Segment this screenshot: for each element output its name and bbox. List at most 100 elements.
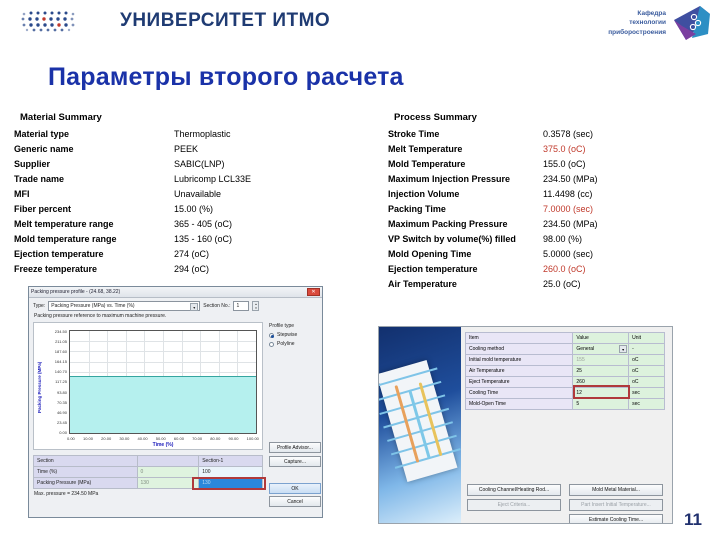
grid-cell[interactable]: 0 [136,466,200,478]
cooling-item-value[interactable]: 155 [572,354,630,366]
cooling-item-value[interactable]: 12 [572,387,630,399]
process-property-name: Injection Volume [388,188,460,199]
cooling-item-value[interactable]: 25 [572,365,630,377]
capture-button[interactable]: Capture... [269,456,321,467]
section-no-input[interactable]: 1 [233,301,250,311]
university-name: УНИВЕРСИТЕТ ИТМО [120,10,331,31]
chart-y-tick: 234.50 [54,329,67,334]
department-block: Кафедра технологии приборостроения [608,4,712,42]
chart-x-tick: 100.00 [246,436,259,441]
material-summary-heading: Material Summary [20,112,102,123]
profile-advisor-button[interactable]: Profile Advisor... [269,442,321,453]
chart-y-tick: 93.80 [56,389,67,395]
grid-row[interactable]: Packing Pressure (MPa) 130 130 [33,477,263,489]
part-geometry [379,360,461,482]
material-property-name: Trade name [14,173,65,184]
material-property-name: Melt temperature range [14,218,114,229]
cooling-channel-button[interactable]: Cooling Channel/Heating Rod... [467,484,561,496]
cooling-item-unit: sec [628,387,665,399]
cooling-row[interactable]: Eject Temperature 260 oC [464,376,665,388]
chevron-down-icon[interactable]: ▾ [190,303,199,311]
cooling-item-value[interactable]: 5 [572,398,630,410]
part-insert-temperature-button: Part Insert Initial Temperature... [569,499,663,511]
process-property-name: Melt Temperature [388,143,463,154]
summary-row: MFI Unavailable [14,188,314,200]
estimate-cooling-time-button[interactable]: Estimate Cooling Time... [569,514,663,523]
profile-type-group: Profile type Stepwise Polyline [269,323,321,383]
chart-y-ticks: 234.50 211.05 187.60 164.15 140.70 117.25 93.8… [43,329,67,435]
cooling-item-label: Cooling Time [464,387,574,399]
grid-header-cell: Section [33,455,138,467]
cooling-item-unit: oC [628,376,665,388]
chart-x-tick: 60.00 [173,436,184,441]
itmo-dots-icon [21,11,75,32]
chart-x-tick: 0.00 [67,436,75,441]
grid-cell[interactable]: 130 [136,477,200,489]
cooling-item-value[interactable]: 260 [572,376,630,388]
material-property-value: 294 (oC) [174,263,210,274]
material-property-value: Thermoplastic [174,128,231,139]
chart-y-tick: 46.90 [56,409,67,415]
chart-y-tick: 164.15 [54,359,67,365]
packing-pressure-chart: Packing Pressure (MPa) 234.50 211.05 187.6… [33,322,263,450]
grid-row[interactable]: Time (%) 0 100 [33,466,263,478]
material-property-name: MFI [14,188,30,199]
profile-type-option[interactable]: Polyline [269,341,321,347]
material-property-name: Ejection temperature [14,248,104,259]
cooling-item-label: Initial mold temperature [464,354,574,366]
chart-plot-area [69,330,257,434]
chevron-down-icon[interactable]: ▾ [619,345,628,353]
cooling-header-cell: Value [572,332,630,344]
profile-type-select[interactable]: Packing Pressure (MPa) vs. Time (%) ▾ [48,301,201,311]
cooling-row[interactable]: Air Temperature 25 oC [464,365,665,377]
process-property-value: 234.50 (MPa) [543,218,598,229]
cooling-item-label: Air Temperature [464,365,574,377]
radio-icon[interactable] [269,341,274,347]
grid-row-label: Time (%) [33,466,138,478]
chart-series-area [70,376,256,433]
grid-row-label: Packing Pressure (MPa) [33,477,138,489]
profile-type-option[interactable]: Stepwise [269,332,321,338]
page-number: 11 [684,510,702,529]
cooling-row[interactable]: Mold-Open Time 5 sec [464,398,665,410]
chart-x-axis-label: Time (%) [152,442,174,448]
type-label: Type: [33,303,46,309]
cooling-item-unit: sec [628,398,665,410]
summary-row: Stroke Time 0.3578 (sec) [388,128,698,140]
chart-y-tick: 140.70 [54,369,67,375]
cooling-item-value[interactable]: General ▾ [572,343,630,355]
cooling-row[interactable]: Cooling Time 12 sec [464,387,665,399]
process-property-name: Maximum Injection Pressure [388,173,511,184]
summary-row: Packing Time 7.0000 (sec) [388,203,698,215]
cooling-item-unit: oC [628,354,665,366]
profile-type-options: Stepwise Polyline [269,332,321,347]
summary-row: Mold Temperature 155.0 (oC) [388,158,698,170]
close-icon[interactable]: ✕ [307,288,320,296]
grid-cell[interactable]: 100 [198,466,263,478]
chart-gridline-h [70,361,256,363]
process-property-value: 155.0 (oC) [543,158,586,169]
material-property-name: Generic name [14,143,74,154]
cooling-row[interactable]: Initial mold temperature 155 oC [464,354,665,366]
cooling-parameters-table[interactable]: Item Value Unit Cooling method General ▾ - Init… [464,332,665,410]
summary-row: Injection Volume 11.4498 (cc) [388,188,698,200]
packing-profile-grid[interactable]: Section Section-1 Time (%) 0 100 Packing Pres… [33,455,263,489]
ok-button[interactable]: OK [269,483,321,494]
cooling-header-row: Item Value Unit [464,332,665,344]
cancel-button[interactable]: Cancel [269,496,321,507]
cooling-item-label: Cooling method [464,343,574,355]
cooling-row[interactable]: Cooling method General ▾ - [464,343,665,355]
process-property-value: 375.0 (oC) [543,143,586,154]
mold-metal-material-button[interactable]: Mold Metal Material... [569,484,663,496]
section-no-stepper[interactable]: ▴ ▾ [252,301,260,311]
window-title-text: Packing pressure profile - (24.68, 38.22… [31,289,121,295]
summary-row: Trade name Lubricomp LCL33E [14,173,314,185]
radio-icon[interactable] [269,332,274,338]
summary-row: Generic name PEEK [14,143,314,155]
grid-header-cell: Section-1 [198,455,263,467]
material-property-value: 15.00 (%) [174,203,214,214]
summary-row: Material type Thermoplastic [14,128,314,140]
profile-type-group-label: Profile type [269,323,295,329]
chart-gridline-h [70,351,256,353]
grid-cell[interactable]: 130 [198,477,263,489]
